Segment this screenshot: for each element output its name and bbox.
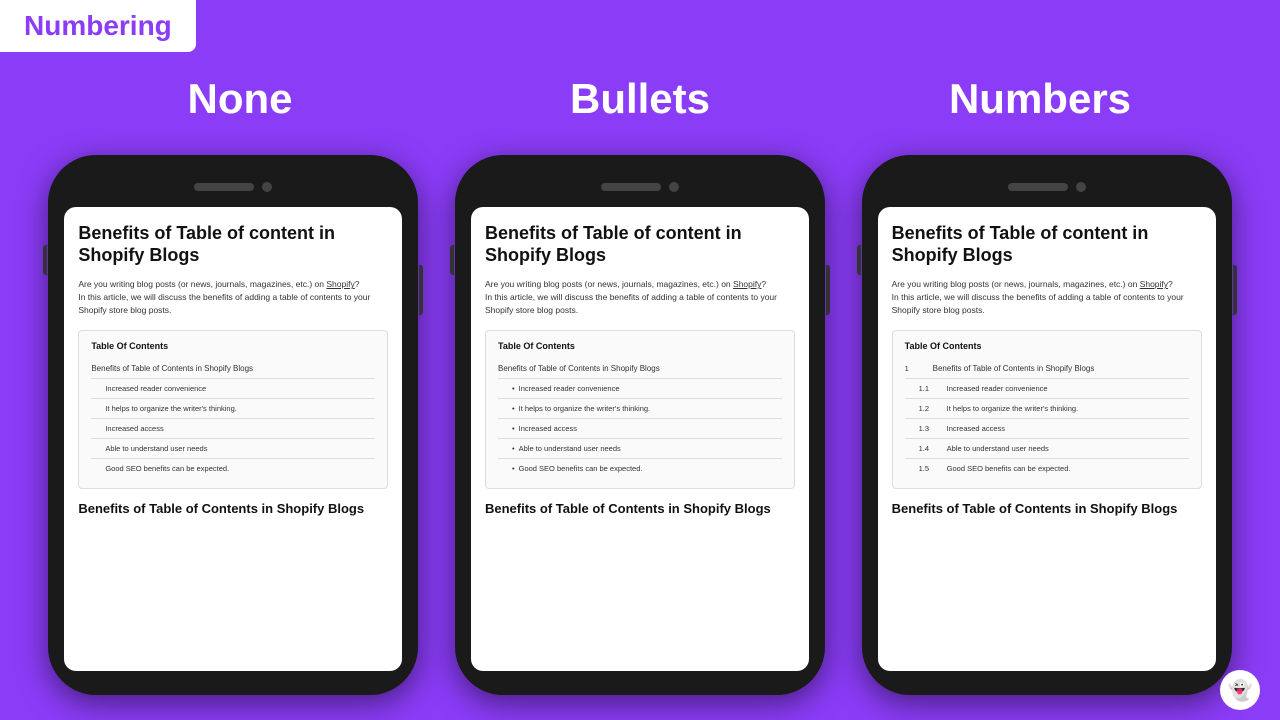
phone-numbers-bottom: Benefits of Table of Contents in Shopify… bbox=[892, 501, 1202, 518]
toc-item[interactable]: Benefits of Table of Contents in Shopify… bbox=[498, 359, 782, 379]
toc-title-none: Table Of Contents bbox=[91, 341, 375, 351]
number-prefix: 1.3 bbox=[919, 424, 943, 433]
shopify-link-bullets[interactable]: Shopify bbox=[733, 279, 761, 289]
notch-camera bbox=[669, 182, 679, 192]
toc-item[interactable]: • It helps to organize the writer's thin… bbox=[498, 399, 782, 419]
col-label-none: None bbox=[60, 75, 420, 123]
phone-top-numbers bbox=[878, 171, 1216, 203]
phone-top-bullets bbox=[471, 171, 809, 203]
toc-item[interactable]: 1.2 It helps to organize the writer's th… bbox=[905, 399, 1189, 419]
notch-speaker bbox=[1008, 183, 1068, 191]
toc-item[interactable]: Benefits of Table of Contents in Shopify… bbox=[91, 359, 375, 379]
toc-text: Able to understand user needs bbox=[947, 444, 1049, 453]
toc-text: It helps to organize the writer's thinki… bbox=[519, 404, 651, 413]
phone-bullets-title: Benefits of Table of content in Shopify … bbox=[485, 223, 795, 266]
toc-text: Benefits of Table of Contents in Shopify… bbox=[91, 364, 253, 373]
col-label-bullets: Bullets bbox=[460, 75, 820, 123]
toc-text: Increased access bbox=[947, 424, 1005, 433]
shopify-link-numbers[interactable]: Shopify bbox=[1140, 279, 1168, 289]
notch-camera bbox=[262, 182, 272, 192]
toc-item[interactable]: • Increased reader convenience bbox=[498, 379, 782, 399]
ghost-logo: 👻 bbox=[1220, 670, 1260, 710]
header-badge: Numbering bbox=[0, 0, 196, 52]
number-prefix: 1.5 bbox=[919, 464, 943, 473]
phone-bullets-bottom: Benefits of Table of Contents in Shopify… bbox=[485, 501, 795, 518]
number-prefix: 1.4 bbox=[919, 444, 943, 453]
toc-text: Good SEO benefits can be expected. bbox=[947, 464, 1071, 473]
phone-numbers-intro: Are you writing blog posts (or news, jou… bbox=[892, 278, 1202, 316]
phone-none-bottom: Benefits of Table of Contents in Shopify… bbox=[78, 501, 388, 518]
toc-item[interactable]: Able to understand user needs bbox=[91, 439, 375, 459]
toc-text: Able to understand user needs bbox=[519, 444, 621, 453]
number-prefix: 1.1 bbox=[919, 384, 943, 393]
toc-text: Increased access bbox=[519, 424, 577, 433]
toc-box-none: Table Of Contents Benefits of Table of C… bbox=[78, 330, 388, 489]
toc-item[interactable]: 1.5 Good SEO benefits can be expected. bbox=[905, 459, 1189, 478]
column-labels: None Bullets Numbers bbox=[0, 75, 1280, 123]
toc-box-bullets: Table Of Contents Benefits of Table of C… bbox=[485, 330, 795, 489]
intro-line1-numbers: Are you writing blog posts (or news, jou… bbox=[892, 279, 1173, 289]
phone-screen-none: Benefits of Table of content in Shopify … bbox=[64, 207, 402, 671]
toc-text: Increased reader convenience bbox=[947, 384, 1048, 393]
intro-line1-none: Are you writing blog posts (or news, jou… bbox=[78, 279, 359, 289]
phone-bullets: Benefits of Table of content in Shopify … bbox=[455, 155, 825, 695]
phone-none: Benefits of Table of content in Shopify … bbox=[48, 155, 418, 695]
toc-text: Increased access bbox=[105, 424, 163, 433]
phone-none-intro: Are you writing blog posts (or news, jou… bbox=[78, 278, 388, 316]
notch-speaker bbox=[194, 183, 254, 191]
notch-camera bbox=[1076, 182, 1086, 192]
intro-line2-numbers: In this article, we will discuss the ben… bbox=[892, 292, 1184, 315]
badge-label: Numbering bbox=[24, 10, 172, 41]
phone-numbers-title: Benefits of Table of content in Shopify … bbox=[892, 223, 1202, 266]
toc-item[interactable]: 1.3 Increased access bbox=[905, 419, 1189, 439]
number-prefix: 1 bbox=[905, 364, 929, 373]
col-label-numbers: Numbers bbox=[860, 75, 1220, 123]
notch-speaker bbox=[601, 183, 661, 191]
toc-item[interactable]: • Able to understand user needs bbox=[498, 439, 782, 459]
toc-text: It helps to organize the writer's thinki… bbox=[947, 404, 1079, 413]
toc-text: Able to understand user needs bbox=[105, 444, 207, 453]
toc-text: Good SEO benefits can be expected. bbox=[105, 464, 229, 473]
toc-text: Increased reader convenience bbox=[519, 384, 620, 393]
toc-text: Good SEO benefits can be expected. bbox=[519, 464, 643, 473]
number-prefix: 1.2 bbox=[919, 404, 943, 413]
toc-item[interactable]: Increased reader convenience bbox=[91, 379, 375, 399]
toc-item[interactable]: • Increased access bbox=[498, 419, 782, 439]
toc-item[interactable]: 1.1 Increased reader convenience bbox=[905, 379, 1189, 399]
bullet-icon: • bbox=[512, 424, 515, 433]
phone-none-title: Benefits of Table of content in Shopify … bbox=[78, 223, 388, 266]
toc-item[interactable]: 1 Benefits of Table of Contents in Shopi… bbox=[905, 359, 1189, 379]
toc-item[interactable]: • Good SEO benefits can be expected. bbox=[498, 459, 782, 478]
bullet-icon: • bbox=[512, 384, 515, 393]
toc-item[interactable]: Good SEO benefits can be expected. bbox=[91, 459, 375, 478]
toc-text: Benefits of Table of Contents in Shopify… bbox=[498, 364, 660, 373]
toc-text: Benefits of Table of Contents in Shopify… bbox=[933, 364, 1095, 373]
phones-row: Benefits of Table of content in Shopify … bbox=[0, 155, 1280, 695]
phone-numbers: Benefits of Table of content in Shopify … bbox=[862, 155, 1232, 695]
shopify-link-none[interactable]: Shopify bbox=[326, 279, 354, 289]
toc-title-bullets: Table Of Contents bbox=[498, 341, 782, 351]
bullet-icon: • bbox=[512, 404, 515, 413]
toc-text: It helps to organize the writer's thinki… bbox=[105, 404, 237, 413]
toc-box-numbers: Table Of Contents 1 Benefits of Table of… bbox=[892, 330, 1202, 489]
phone-screen-numbers: Benefits of Table of content in Shopify … bbox=[878, 207, 1216, 671]
ghost-icon: 👻 bbox=[1228, 678, 1253, 703]
intro-line1-bullets: Are you writing blog posts (or news, jou… bbox=[485, 279, 766, 289]
toc-item[interactable]: It helps to organize the writer's thinki… bbox=[91, 399, 375, 419]
phone-screen-bullets: Benefits of Table of content in Shopify … bbox=[471, 207, 809, 671]
phone-bullets-intro: Are you writing blog posts (or news, jou… bbox=[485, 278, 795, 316]
bullet-icon: • bbox=[512, 464, 515, 473]
intro-line2-none: In this article, we will discuss the ben… bbox=[78, 292, 370, 315]
toc-item[interactable]: 1.4 Able to understand user needs bbox=[905, 439, 1189, 459]
toc-text: Increased reader convenience bbox=[105, 384, 206, 393]
toc-title-numbers: Table Of Contents bbox=[905, 341, 1189, 351]
bullet-icon: • bbox=[512, 444, 515, 453]
phone-top-none bbox=[64, 171, 402, 203]
intro-line2-bullets: In this article, we will discuss the ben… bbox=[485, 292, 777, 315]
toc-item[interactable]: Increased access bbox=[91, 419, 375, 439]
